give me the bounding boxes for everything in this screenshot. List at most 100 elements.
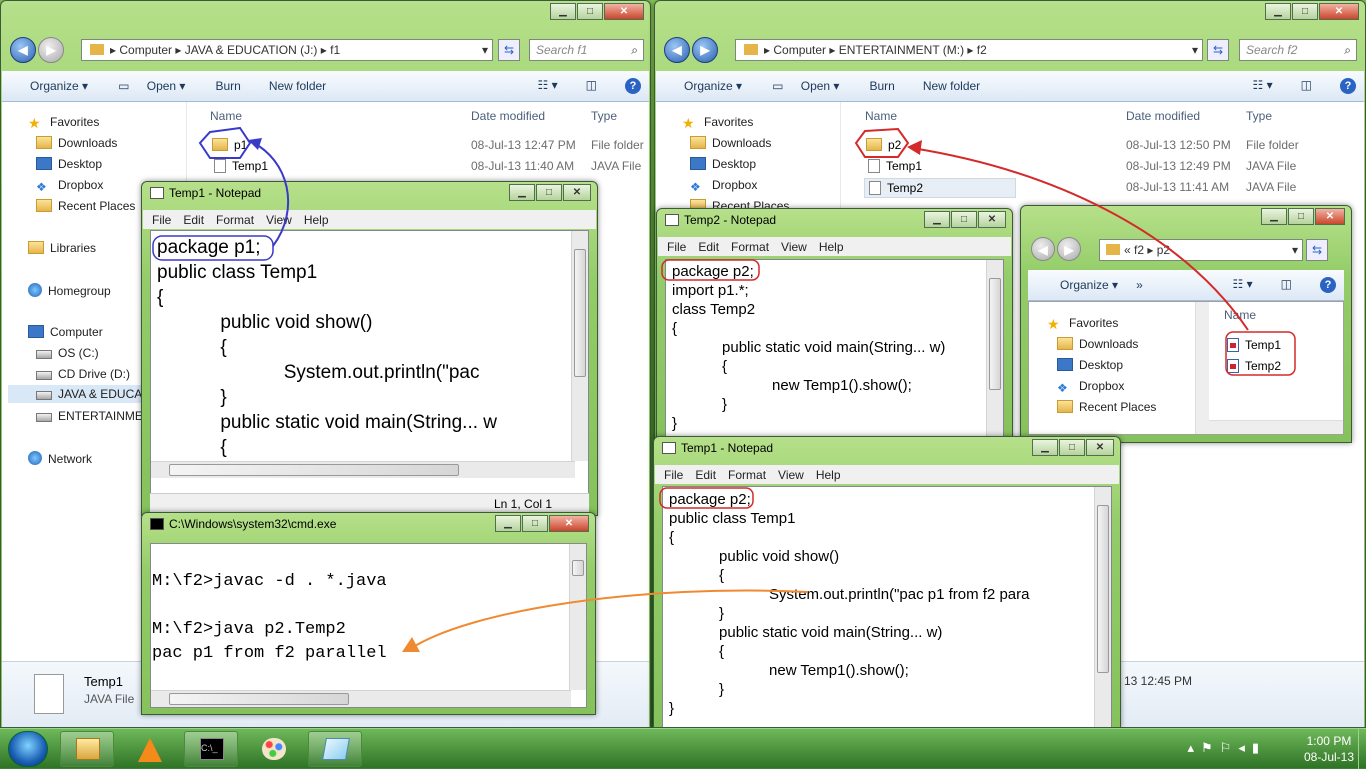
menu-file[interactable]: File	[152, 213, 171, 227]
views-icon[interactable]: ☷ ▾	[1233, 277, 1253, 293]
close-button[interactable]: ✕	[1086, 439, 1114, 456]
text-editor[interactable]: package p1; public class Temp1 { public …	[150, 230, 589, 495]
close-button[interactable]: ✕	[978, 211, 1006, 228]
new-folder-button[interactable]: New folder	[269, 79, 326, 93]
menu-help[interactable]: Help	[816, 468, 841, 482]
menu-help[interactable]: Help	[819, 240, 844, 254]
minimize-button[interactable]: ▁	[495, 515, 521, 532]
horizontal-scrollbar[interactable]	[151, 461, 575, 478]
menu-format[interactable]: Format	[216, 213, 254, 227]
chevron-down-icon[interactable]: ▾	[1192, 40, 1198, 60]
minimize-button[interactable]: ▁	[1032, 439, 1058, 456]
column-type[interactable]: Type	[591, 109, 617, 123]
notepad-window-temp2[interactable]: Temp2 - Notepad ▁ □ ✕ File Edit Format View He…	[656, 208, 1013, 440]
breadcrumb-p2[interactable]: p2	[1157, 243, 1170, 257]
nav-recent-places[interactable]: Recent Places	[1057, 400, 1156, 414]
menu-help[interactable]: Help	[304, 213, 329, 227]
breadcrumb-computer[interactable]: Computer	[773, 43, 826, 57]
nav-favorites[interactable]: ★ Favorites	[682, 115, 753, 131]
menu-format[interactable]: Format	[731, 240, 769, 254]
menu-file[interactable]: File	[667, 240, 686, 254]
search-input[interactable]: Search f1 ⌕	[529, 39, 644, 61]
maximize-button[interactable]: □	[536, 184, 562, 201]
open-button[interactable]: ▭ Open ▾	[118, 79, 185, 93]
forward-icon[interactable]: ▶	[692, 37, 718, 63]
taskbar-vlc-button[interactable]	[122, 731, 176, 767]
menu-view[interactable]: View	[266, 213, 292, 227]
nav-downloads[interactable]: Downloads	[1057, 337, 1138, 351]
breadcrumb-folder[interactable]: f2	[977, 43, 987, 57]
maximize-button[interactable]: □	[522, 515, 548, 532]
notepad-window-temp1-p1[interactable]: Temp1 - Notepad ▁ □ ✕ File Edit Format View He…	[141, 181, 598, 516]
maximize-button[interactable]: □	[951, 211, 977, 228]
breadcrumb-drive[interactable]: ENTERTAINMENT (M:)	[839, 43, 964, 57]
forward-icon[interactable]: ▶	[38, 37, 64, 63]
more-commands-button[interactable]: »	[1136, 278, 1143, 292]
forward-icon[interactable]: ▶	[1057, 237, 1081, 261]
console-output[interactable]: M:\f2>javac -d . *.java M:\f2>java p2.Te…	[150, 543, 587, 708]
maximize-button[interactable]: □	[1059, 439, 1085, 456]
help-icon[interactable]: ?	[1340, 78, 1356, 94]
nav-desktop[interactable]: Desktop	[1057, 358, 1123, 372]
breadcrumb-computer[interactable]: Computer	[119, 43, 172, 57]
nav-drive-c[interactable]: OS (C:)	[36, 346, 99, 360]
refresh-icon[interactable]: ⇆	[1306, 239, 1328, 261]
file-row-temp1[interactable]: Temp1	[868, 159, 922, 173]
menu-view[interactable]: View	[778, 468, 804, 482]
nav-favorites[interactable]: ★ Favorites	[28, 115, 99, 131]
minimize-button[interactable]: ▁	[1265, 3, 1291, 20]
preview-pane-icon[interactable]: ◫	[1281, 277, 1292, 293]
notepad-window-temp1-p2[interactable]: Temp1 - Notepad ▁ □ ✕ File Edit Format View He…	[653, 436, 1121, 728]
nav-drive-d[interactable]: CD Drive (D:)	[36, 367, 130, 381]
refresh-icon[interactable]: ⇆	[498, 39, 520, 61]
file-row-p1[interactable]: p1	[212, 138, 247, 152]
organize-button[interactable]: Organize ▾	[1046, 278, 1118, 292]
menu-edit[interactable]: Edit	[698, 240, 719, 254]
vertical-scrollbar[interactable]	[569, 544, 586, 690]
file-row-p2[interactable]: p2	[866, 138, 901, 152]
nav-dropbox[interactable]: ❖ Dropbox	[1057, 379, 1124, 395]
file-row-temp2[interactable]: Temp2	[1227, 359, 1281, 373]
minimize-button[interactable]: ▁	[550, 3, 576, 20]
nav-downloads[interactable]: Downloads	[36, 136, 117, 150]
menu-edit[interactable]: Edit	[695, 468, 716, 482]
preview-pane-icon[interactable]: ◫	[1301, 78, 1312, 94]
search-input[interactable]: Search f2 ⌕	[1239, 39, 1357, 61]
file-row-temp1[interactable]: Temp1	[1227, 338, 1281, 352]
address-bar[interactable]: « f2 ▸ p2 ▾	[1099, 239, 1303, 261]
nav-dropbox[interactable]: ❖ Dropbox	[690, 178, 757, 194]
text-editor[interactable]: package p2; import p1.*; class Temp2 { p…	[665, 259, 1004, 439]
burn-button[interactable]: Burn	[869, 79, 894, 93]
menu-edit[interactable]: Edit	[183, 213, 204, 227]
back-icon[interactable]: ◀	[10, 37, 36, 63]
breadcrumb-overflow[interactable]: «	[1124, 243, 1131, 257]
nav-libraries[interactable]: Libraries	[28, 241, 96, 255]
refresh-icon[interactable]: ⇆	[1207, 39, 1229, 61]
chevron-down-icon[interactable]: ▾	[482, 40, 488, 60]
nav-favorites[interactable]: ★ Favorites	[1047, 316, 1118, 332]
column-date-modified[interactable]: Date modified	[471, 109, 545, 123]
views-icon[interactable]: ☷ ▾	[1253, 78, 1273, 94]
column-name[interactable]: Name	[210, 109, 242, 123]
nav-downloads[interactable]: Downloads	[690, 136, 771, 150]
cmd-window[interactable]: C:\Windows\system32\cmd.exe ▁ □ ✕ M:\f2>ja…	[141, 512, 596, 715]
address-bar[interactable]: ▸ Computer ▸ JAVA & EDUCATION (J:) ▸ f1 …	[81, 39, 493, 61]
taskbar-cmd-button[interactable]: C:\_	[184, 731, 238, 767]
nav-drive-m[interactable]: ENTERTAINMEN	[36, 409, 152, 423]
help-icon[interactable]: ?	[1320, 277, 1336, 293]
show-desktop-button[interactable]	[1358, 729, 1366, 769]
nav-homegroup[interactable]: Homegroup	[28, 283, 111, 298]
help-icon[interactable]: ?	[625, 78, 641, 94]
minimize-button[interactable]: ▁	[1261, 208, 1287, 225]
breadcrumb-drive[interactable]: JAVA & EDUCATION (J:)	[185, 43, 318, 57]
close-button[interactable]: ✕	[563, 184, 591, 201]
taskbar-explorer-button[interactable]	[60, 731, 114, 767]
horizontal-scrollbar[interactable]	[1209, 420, 1343, 434]
column-name[interactable]: Name	[865, 109, 897, 123]
address-bar[interactable]: ▸ Computer ▸ ENTERTAINMENT (M:) ▸ f2 ▾	[735, 39, 1203, 61]
nav-desktop[interactable]: Desktop	[690, 157, 756, 171]
file-row-temp2[interactable]: Temp2	[864, 178, 1016, 198]
organize-button[interactable]: Organize ▾	[670, 79, 742, 93]
maximize-button[interactable]: □	[1288, 208, 1314, 225]
menu-file[interactable]: File	[664, 468, 683, 482]
